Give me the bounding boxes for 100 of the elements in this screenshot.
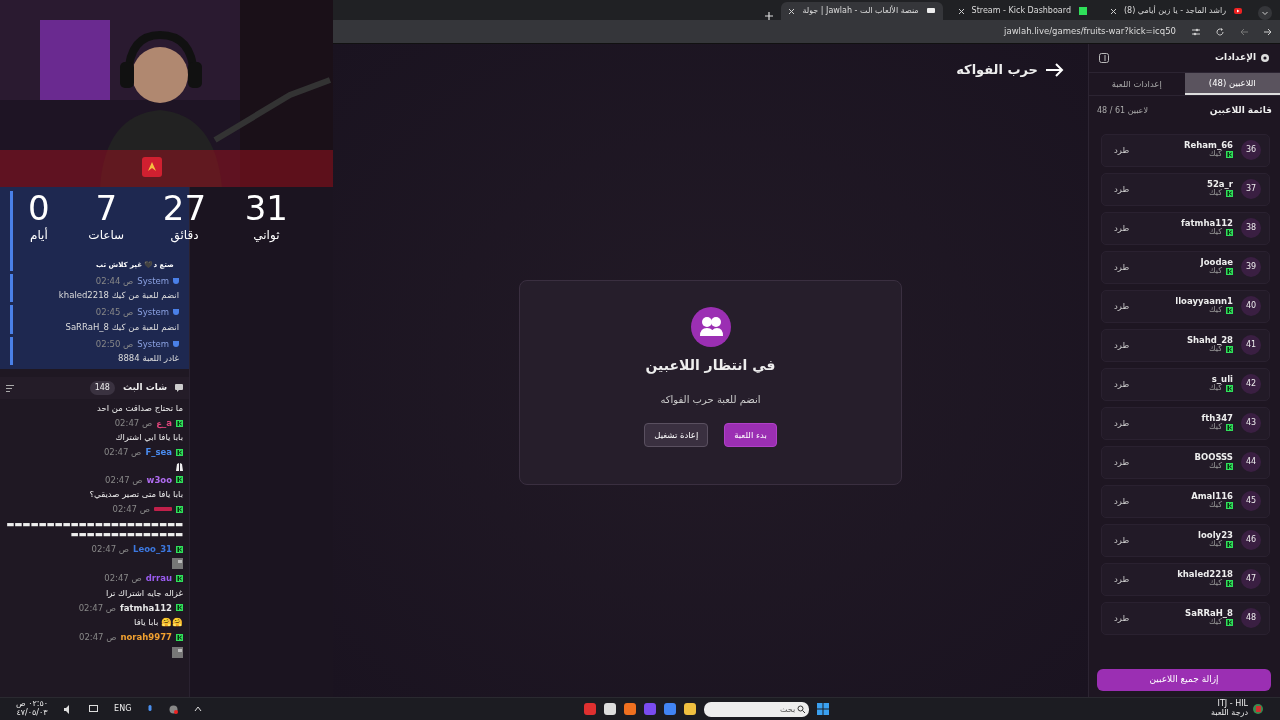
forward-arrow-icon[interactable]	[1264, 27, 1272, 36]
card-title: في انتظار اللاعبين	[645, 355, 776, 376]
dropdown-icon[interactable]	[1258, 6, 1272, 20]
logo-icon	[1226, 190, 1233, 198]
logo-icon	[1226, 151, 1233, 159]
start-button[interactable]: بدء اللعبة	[724, 422, 777, 448]
kick-button[interactable]: طرد	[1114, 533, 1130, 547]
sidebar-toggle-icon[interactable]	[1099, 53, 1109, 63]
search-field[interactable]: بحث	[704, 701, 810, 717]
tab[interactable]: اللاعبين (48)	[1184, 73, 1280, 95]
platform-label: كيك	[1209, 267, 1222, 277]
language-indicator[interactable]: ENG	[114, 704, 132, 714]
restart-button[interactable]: إعادة تشغيل	[644, 422, 709, 448]
microphone-icon[interactable]	[147, 704, 154, 714]
close-icon[interactable]	[958, 8, 964, 14]
kick-button[interactable]: طرد	[1114, 416, 1130, 430]
countdown-value: 7	[95, 190, 118, 226]
chat-icon	[175, 384, 183, 393]
player-number: 42	[1241, 374, 1261, 394]
settings-icon	[1260, 53, 1270, 63]
network-icon[interactable]	[169, 704, 179, 714]
user-name[interactable]: Leoo_31	[133, 543, 172, 555]
kick-button[interactable]: طرد	[1114, 611, 1130, 625]
kick-button[interactable]: طرد	[1114, 338, 1130, 352]
user-name[interactable]: w3oo	[146, 474, 172, 486]
kick-button[interactable]: طرد	[1114, 494, 1130, 508]
logo-icon	[176, 545, 183, 553]
kick-button[interactable]: طرد	[1114, 572, 1130, 586]
game-title: حرب الفواكه	[956, 61, 1038, 79]
app-icon[interactable]	[684, 703, 697, 715]
message-time: 02:44 ص	[95, 276, 134, 287]
logo-icon	[1226, 463, 1233, 471]
user-name[interactable]: drrau	[145, 573, 172, 584]
remove-all-button[interactable]: إزالة جميع اللاعبين	[1097, 669, 1271, 691]
chevron-up-icon[interactable]	[194, 706, 203, 712]
player-name: BOOSSS	[1194, 452, 1233, 462]
message-time: 02:45 ص	[95, 307, 134, 318]
address-field[interactable]: jawlah.live/games/fruits-war?kick=icq50	[1004, 25, 1176, 38]
widget-icon[interactable]	[1252, 703, 1264, 715]
logo-icon	[176, 633, 183, 641]
message-time: 02:47 ص	[91, 543, 130, 555]
app-icon[interactable]	[624, 703, 637, 715]
new-tab-icon[interactable]	[765, 12, 774, 20]
user-name[interactable]: fatmha112	[120, 602, 172, 614]
player-number: 40	[1241, 296, 1261, 316]
close-icon[interactable]	[1111, 8, 1116, 14]
browser-tab[interactable]: Stream - Kick Dashboard	[950, 2, 1095, 20]
kick-button[interactable]: طرد	[1114, 455, 1130, 469]
tab[interactable]: إعدادات اللعبة	[1089, 73, 1185, 95]
logo-icon	[176, 419, 183, 427]
filter-icon[interactable]	[6, 384, 14, 392]
countdown-unit: أيام	[29, 226, 48, 244]
player-number: 36	[1241, 140, 1261, 160]
widget-title: ITJ - HIL	[1217, 700, 1248, 709]
settings-icon[interactable]	[1192, 27, 1200, 36]
kick-button[interactable]: طرد	[1114, 221, 1130, 235]
arrow-right-icon[interactable]	[1046, 62, 1064, 77]
kick-button[interactable]: طرد	[1114, 377, 1130, 391]
user-name[interactable]: norah9977	[120, 631, 172, 643]
kick-button[interactable]: طرد	[1114, 182, 1130, 196]
search-icon	[797, 704, 806, 713]
logo-icon	[1226, 268, 1233, 276]
player-name: lloayyaann1	[1175, 296, 1233, 306]
browser-tab[interactable]: (8) راشد الماجد - يا زين أيامي	[1103, 2, 1250, 20]
player-number: 37	[1241, 179, 1261, 199]
platform-label: كيك	[1209, 384, 1222, 394]
browser-tab[interactable]: جولة | Jawlah - منصة الألعاب الت	[781, 2, 943, 20]
countdown-value: 27	[162, 190, 207, 226]
platform-label: كيك	[1209, 501, 1222, 511]
tab-icon	[1079, 7, 1087, 15]
logo-icon	[1226, 307, 1233, 315]
user-name[interactable]: ع_a	[156, 417, 172, 429]
platform-label: كيك	[1209, 540, 1222, 550]
app-icon[interactable]	[604, 703, 617, 715]
kick-button[interactable]: طرد	[1114, 260, 1130, 274]
reload-icon[interactable]	[1216, 27, 1224, 36]
message-time: 02:47 ص	[79, 631, 117, 643]
player-number: 45	[1241, 491, 1261, 511]
logo-icon	[176, 575, 183, 583]
shield-icon	[173, 309, 179, 316]
card-subtitle: انضم للعبة حرب الفواكه	[660, 392, 761, 407]
message-time: 02:47 ص	[78, 602, 117, 614]
player-number: 41	[1241, 335, 1261, 355]
user-name[interactable]: F_sea	[145, 447, 172, 458]
kick-button[interactable]: طرد	[1114, 143, 1130, 157]
logo-icon	[176, 448, 183, 456]
platform-label: كيك	[1209, 462, 1222, 472]
start-icon[interactable]	[817, 703, 830, 715]
message-text: khaled2218 انضم للعبة من كيك	[57, 290, 179, 301]
tab-icon	[926, 7, 935, 15]
kick-button[interactable]: طرد	[1114, 299, 1130, 313]
list-title: قائمة اللاعبين	[1209, 104, 1272, 118]
logo-icon	[1226, 580, 1233, 588]
close-icon[interactable]	[789, 8, 795, 14]
monitor-icon[interactable]	[89, 704, 99, 714]
player-name: Joodae	[1200, 257, 1233, 267]
message-text: ما تحتاج صداقت من احد	[96, 403, 183, 414]
player-number: 43	[1241, 413, 1261, 433]
back-arrow-icon[interactable]	[1240, 27, 1248, 36]
message-text: SaRRaH_8 انضم للعبة من كيك	[64, 321, 179, 332]
